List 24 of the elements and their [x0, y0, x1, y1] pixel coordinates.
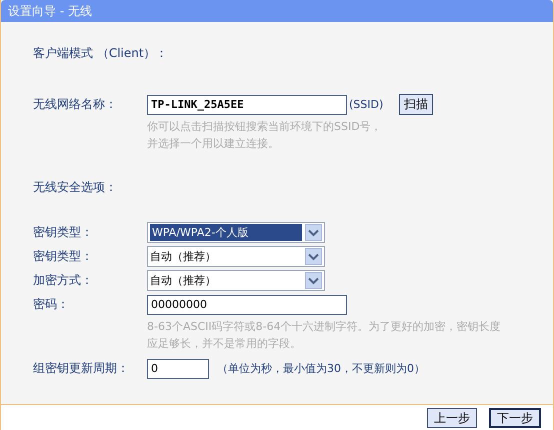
hint-text: 8-63个ASCII码字符或8-64个十六进制字符。为了更好的加密，密钥长度 [147, 319, 502, 335]
ssid-field[interactable]: TP-LINK_25A5EE [147, 94, 347, 114]
hint-text: 应足够长，并不是常用的字段。 [147, 336, 302, 352]
field-label: 组密钥更新周期： [33, 360, 130, 377]
hint-text: 你可以点击扫描按钮搜索当前环境下的SSID号， [147, 119, 383, 135]
field-label: 无线网络名称： [33, 96, 118, 113]
field-label: 加密方式： [33, 272, 94, 289]
field-suffix: (SSID) [349, 98, 384, 111]
field-label: 密码： [33, 296, 70, 313]
dropdown[interactable]: 自动（推荐） [147, 270, 325, 291]
scan-button[interactable]: 扫描 [399, 94, 433, 115]
section-heading: 客户端模式 （Client）： [33, 45, 169, 62]
step-button[interactable]: 上一步 [427, 408, 477, 428]
window-title: 设置向导 - 无线 [8, 2, 92, 20]
hint-text: 并选择一个用以建立连接。 [147, 136, 280, 152]
password-field[interactable]: 00000000 [147, 294, 347, 314]
field-label: 密钥类型： [33, 248, 94, 265]
dropdown[interactable]: 自动（推荐） [147, 246, 325, 267]
dropdown[interactable]: WPA/WPA2-个人版 [147, 222, 325, 243]
input-field[interactable]: 0 [147, 358, 209, 378]
field-label: 密钥类型： [33, 224, 94, 241]
field-note: （单位为秒，最小值为30，不更新则为0） [217, 361, 425, 376]
section-heading: 无线安全选项： [33, 179, 118, 196]
step-button[interactable]: 下一步 [489, 408, 541, 428]
